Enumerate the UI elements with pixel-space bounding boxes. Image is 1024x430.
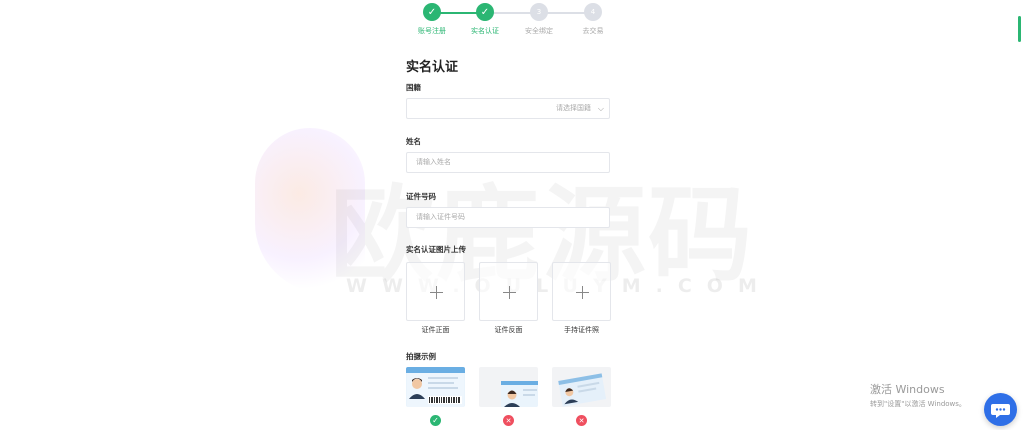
upload-slot-label: 证件反面 [494, 326, 523, 334]
step-security-binding: 3 安全绑定 [512, 2, 566, 36]
name-input[interactable]: 请输入姓名 [406, 152, 610, 173]
plus-icon [575, 285, 589, 299]
check-icon: ✓ [430, 415, 441, 426]
example-wrong-image [552, 367, 611, 407]
step-label: 安全绑定 [525, 27, 553, 35]
name-placeholder: 请输入姓名 [416, 158, 451, 166]
id-number-input[interactable]: 请输入证件号码 [406, 207, 610, 228]
step-number: 3 [530, 3, 548, 21]
step-number: 4 [584, 3, 602, 21]
id-number-label: 证件号码 [406, 192, 436, 201]
plus-icon [429, 285, 443, 299]
upload-label: 实名认证图片上传 [406, 245, 466, 254]
id-number-placeholder: 请输入证件号码 [416, 213, 465, 221]
close-icon: ✕ [576, 415, 587, 426]
check-icon: ✓ [423, 3, 441, 21]
upload-id-front[interactable] [406, 262, 465, 321]
activation-title: 激活 Windows [870, 383, 945, 396]
close-icon: ✕ [503, 415, 514, 426]
upload-handheld-id[interactable] [552, 262, 611, 321]
step-go-trade: 4 去交易 [566, 2, 620, 36]
nationality-placeholder: 请选择国籍 [556, 104, 591, 112]
example-wrong-image [479, 367, 538, 407]
chat-button[interactable] [984, 393, 1017, 426]
example-correct-image [406, 367, 465, 407]
windows-activation-notice: 激活 Windows 转到"设置"以激活 Windows。 [870, 381, 966, 409]
nationality-label: 国籍 [406, 83, 421, 92]
upload-slot-label: 手持证件照 [564, 326, 599, 334]
check-icon: ✓ [476, 3, 494, 21]
chevron-down-icon: ⌵ [597, 104, 604, 113]
progress-stepper: ✓ 账号注册 ✓ 实名认证 3 安全绑定 4 去交易 [402, 2, 624, 42]
upload-id-back[interactable] [479, 262, 538, 321]
upload-slot-label: 证件正面 [421, 326, 450, 334]
scrollbar-thumb[interactable] [1018, 16, 1021, 42]
name-label: 姓名 [406, 137, 421, 146]
chat-bubble-icon [991, 404, 1010, 418]
examples-label: 拍摄示例 [406, 352, 436, 361]
step-label: 去交易 [582, 27, 604, 35]
step-real-name: ✓ 实名认证 [458, 2, 512, 36]
activation-subtitle: 转到"设置"以激活 Windows。 [870, 400, 966, 408]
step-account-register: ✓ 账号注册 [405, 2, 459, 36]
page-title: 实名认证 [406, 60, 459, 75]
step-label: 实名认证 [471, 27, 499, 35]
nationality-select[interactable]: 请选择国籍 ⌵ [406, 98, 610, 119]
plus-icon [502, 285, 516, 299]
step-label: 账号注册 [418, 27, 446, 35]
